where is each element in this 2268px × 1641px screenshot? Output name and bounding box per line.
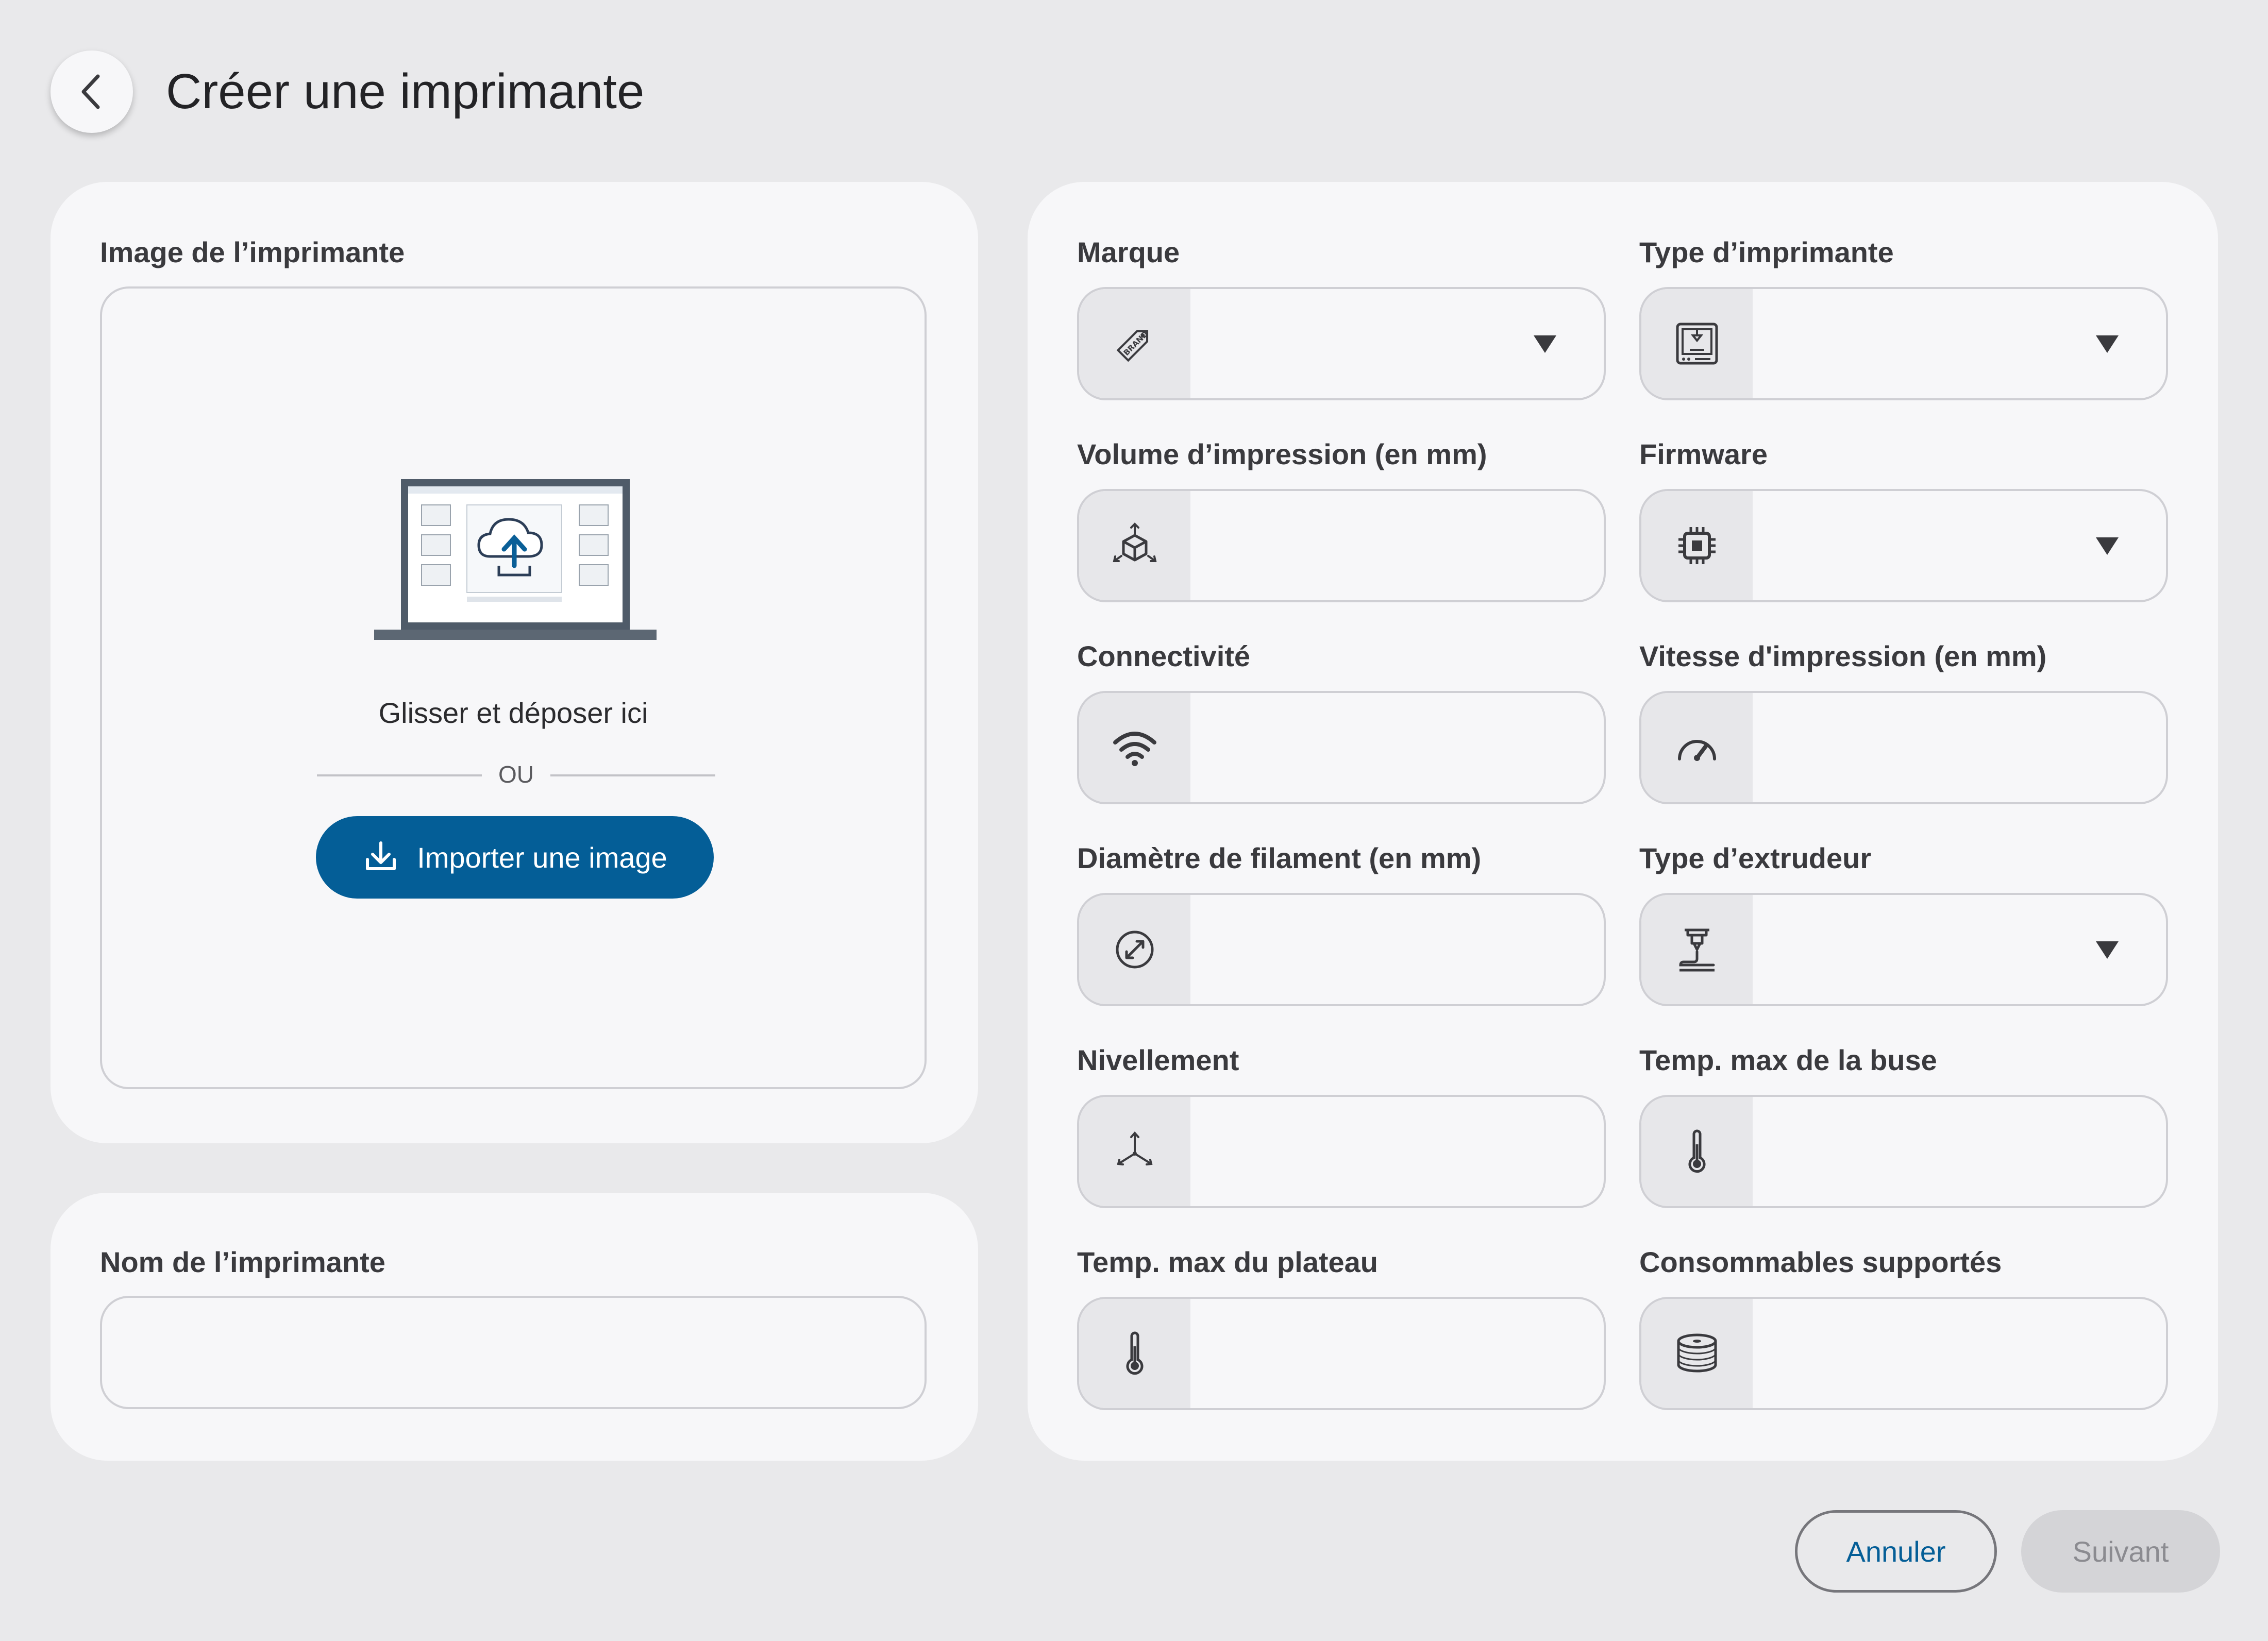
filament-diameter-input[interactable] <box>1190 895 1604 1004</box>
name-card: Nom de l’imprimante <box>51 1193 978 1461</box>
dropdown-arrow-icon <box>1534 335 1556 353</box>
thermometer-icon <box>1079 1299 1190 1408</box>
print-volume-input[interactable] <box>1190 491 1604 600</box>
print-volume-label: Volume d’impression (en mm) <box>1077 438 1487 470</box>
print-speed-label: Vitesse d'impression (en mm) <box>1639 640 2047 672</box>
diameter-icon <box>1079 895 1190 1004</box>
download-icon <box>362 839 399 876</box>
divider-line <box>317 774 482 776</box>
import-image-button[interactable]: Importer une image <box>316 816 714 899</box>
image-card: Image de l’imprimante Glisser et déposer… <box>51 182 978 1143</box>
firmware-select[interactable] <box>1639 489 2168 602</box>
wifi-icon <box>1079 693 1190 802</box>
print-speed-input[interactable] <box>1753 693 2166 802</box>
image-dropzone[interactable]: Glisser et déposer ici OU Importer une i… <box>100 286 927 1089</box>
printer-type-select[interactable] <box>1639 287 2168 400</box>
or-separator: OU <box>498 761 534 788</box>
connectivity-input[interactable] <box>1190 693 1604 802</box>
speedometer-icon <box>1641 693 1753 802</box>
drop-hint-text: Glisser et déposer ici <box>378 697 648 729</box>
leveling-box <box>1077 1095 1606 1208</box>
bed-temp-box <box>1077 1297 1606 1410</box>
cancel-button[interactable]: Annuler <box>1795 1510 1997 1593</box>
bed-temp-input[interactable] <box>1190 1299 1604 1408</box>
cube-volume-icon <box>1079 491 1190 600</box>
filament-spool-icon <box>1641 1299 1753 1408</box>
filament-diameter-label: Diamètre de filament (en mm) <box>1077 842 1482 874</box>
brand-tag-icon: BRAND <box>1079 289 1190 398</box>
axes-icon <box>1079 1097 1190 1206</box>
printer-specs-card: Marque BRAND Type d’imprimante Volume d’… <box>1028 182 2218 1461</box>
laptop-upload-illustration <box>374 479 657 640</box>
back-button[interactable] <box>51 50 133 133</box>
filament-diameter-box <box>1077 893 1606 1006</box>
image-label: Image de l’imprimante <box>100 236 405 268</box>
leveling-input[interactable] <box>1190 1097 1604 1206</box>
page-title: Créer une imprimante <box>166 64 645 119</box>
printer-type-label: Type d’imprimante <box>1639 236 1894 268</box>
nozzle-temp-box <box>1639 1095 2168 1208</box>
bed-temp-label: Temp. max du plateau <box>1077 1246 1378 1278</box>
extruder-type-select[interactable] <box>1639 893 2168 1006</box>
connectivity-label: Connectivité <box>1077 640 1251 672</box>
connectivity-box <box>1077 691 1606 804</box>
consumables-input[interactable] <box>1753 1299 2166 1408</box>
import-image-label: Importer une image <box>417 841 667 874</box>
extruder-type-label: Type d’extrudeur <box>1639 842 1872 874</box>
divider-line <box>550 774 715 776</box>
chevron-left-icon <box>81 74 100 109</box>
print-speed-box <box>1639 691 2168 804</box>
consumables-box <box>1639 1297 2168 1410</box>
brand-label: Marque <box>1077 236 1180 268</box>
nozzle-temp-input[interactable] <box>1753 1097 2166 1206</box>
printer-name-label: Nom de l’imprimante <box>100 1246 385 1278</box>
chip-icon <box>1641 491 1753 600</box>
dropdown-arrow-icon <box>2096 941 2119 959</box>
thermometer-icon <box>1641 1097 1753 1206</box>
print-volume-box <box>1077 489 1606 602</box>
nozzle-temp-label: Temp. max de la buse <box>1639 1044 1937 1076</box>
consumables-label: Consommables supportés <box>1639 1246 2002 1278</box>
printer-name-input[interactable] <box>100 1296 927 1409</box>
leveling-label: Nivellement <box>1077 1044 1239 1076</box>
dropdown-arrow-icon <box>2096 335 2119 353</box>
firmware-label: Firmware <box>1639 438 1768 470</box>
printer-icon <box>1641 289 1753 398</box>
dropdown-arrow-icon <box>2096 537 2119 555</box>
extruder-icon <box>1641 895 1753 1004</box>
next-button[interactable]: Suivant <box>2021 1510 2220 1593</box>
brand-select[interactable]: BRAND <box>1077 287 1606 400</box>
